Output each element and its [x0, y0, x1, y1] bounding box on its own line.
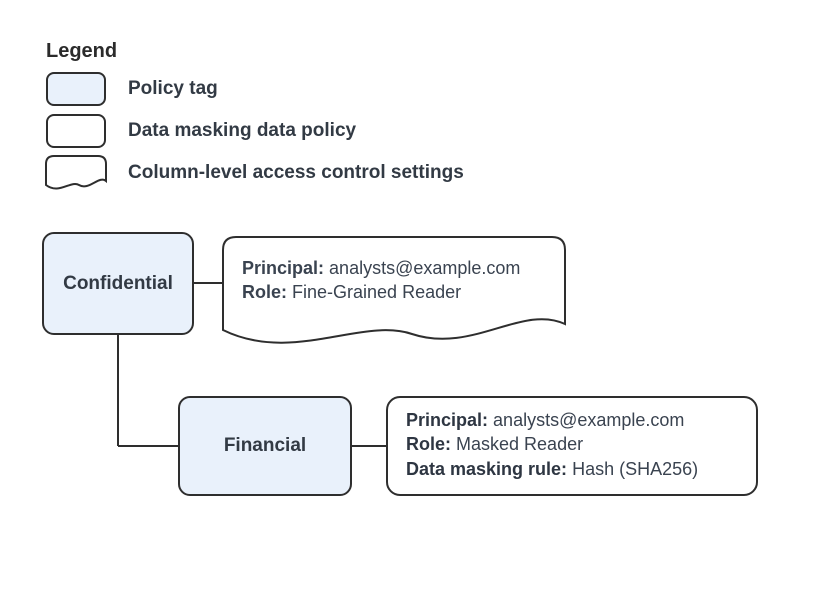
acl-principal-value: analysts@example.com: [329, 258, 520, 278]
acl-role-value: Fine-Grained Reader: [292, 282, 461, 302]
policy-principal-row: Principal: analysts@example.com: [406, 408, 738, 432]
legend-label-masking-policy: Data masking data policy: [128, 114, 356, 148]
legend-swatch-policy-tag: [46, 72, 106, 106]
node-financial: Financial: [178, 396, 352, 496]
diagram-stage: Legend Policy tag Data masking data poli…: [0, 0, 820, 598]
policy-rule-value: Hash (SHA256): [572, 459, 698, 479]
policy-principal-label: Principal:: [406, 410, 488, 430]
node-financial-label: Financial: [224, 435, 306, 457]
node-masking-policy: Principal: analysts@example.com Role: Ma…: [386, 396, 758, 496]
legend-swatch-acl: [45, 155, 107, 193]
policy-principal-value: analysts@example.com: [493, 410, 684, 430]
policy-rule-row: Data masking rule: Hash (SHA256): [406, 457, 738, 481]
policy-role-label: Role:: [406, 434, 451, 454]
legend-title: Legend: [46, 40, 117, 63]
policy-rule-label: Data masking rule:: [406, 459, 567, 479]
legend-swatch-masking-policy: [46, 114, 106, 148]
acl-principal-label: Principal:: [242, 258, 324, 278]
node-confidential-label: Confidential: [63, 273, 173, 295]
legend-label-policy-tag: Policy tag: [128, 72, 218, 106]
acl-principal-row: Principal: analysts@example.com: [242, 256, 520, 280]
policy-role-row: Role: Masked Reader: [406, 432, 738, 456]
legend-label-acl: Column-level access control settings: [128, 156, 464, 190]
acl-role-label: Role:: [242, 282, 287, 302]
node-acl-text: Principal: analysts@example.com Role: Fi…: [242, 256, 520, 305]
node-confidential: Confidential: [42, 232, 194, 335]
policy-role-value: Masked Reader: [456, 434, 583, 454]
acl-role-row: Role: Fine-Grained Reader: [242, 280, 520, 304]
